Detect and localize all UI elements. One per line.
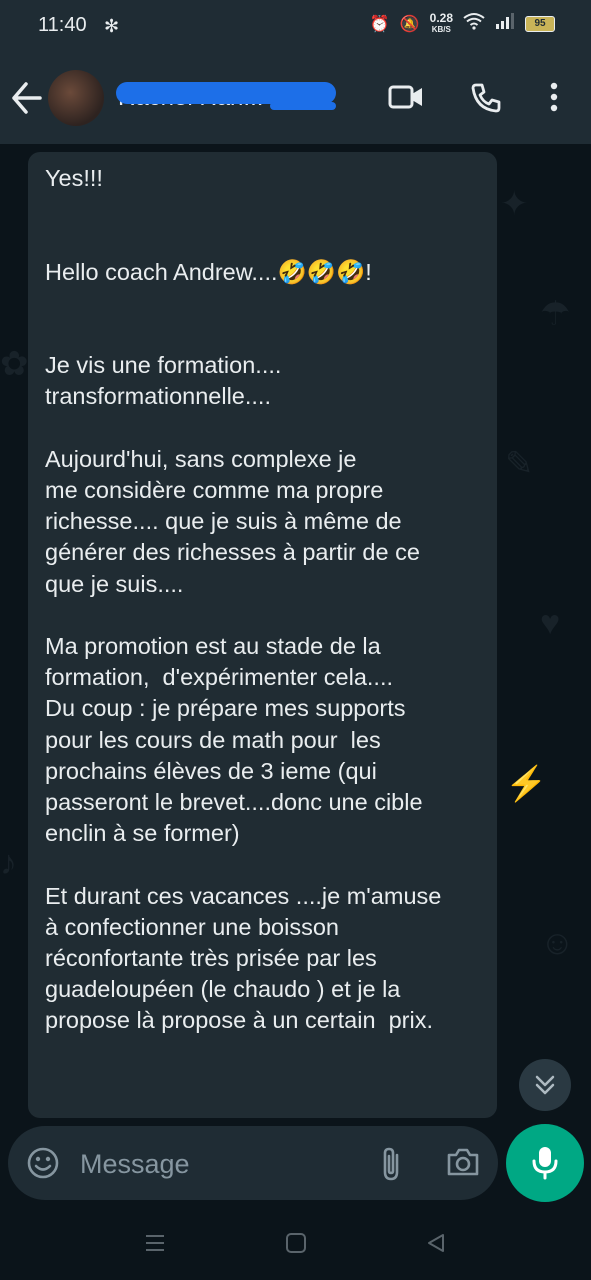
wifi-icon bbox=[463, 12, 485, 35]
camera-icon[interactable] bbox=[446, 1146, 480, 1183]
wallpaper-doodle-icon: ✎ bbox=[505, 445, 534, 483]
network-speed: 0.28 KB/S bbox=[429, 10, 453, 35]
slack-notification-icon: ✻ bbox=[104, 16, 120, 36]
system-nav-bar bbox=[0, 1210, 591, 1280]
redaction-mark bbox=[270, 102, 336, 110]
wallpaper-doodle-icon: ✿ bbox=[0, 345, 29, 383]
scroll-down-icon bbox=[535, 1075, 555, 1095]
scroll-down-button[interactable] bbox=[519, 1059, 571, 1111]
wallpaper-doodle-icon: ♪ bbox=[0, 844, 17, 882]
redaction-mark bbox=[116, 82, 336, 104]
attach-icon[interactable] bbox=[378, 1146, 404, 1187]
wallpaper-doodle-icon: ✦ bbox=[500, 185, 529, 223]
back-nav-icon[interactable] bbox=[425, 1232, 447, 1259]
chat-area[interactable]: ✦ ☂ ✎ ♥ ⚡ ☺ ✿ ♪ Yes!!! Hello coach Andre… bbox=[0, 144, 591, 1126]
more-options-icon[interactable] bbox=[550, 82, 558, 117]
chat-header: Rachel Ran... bbox=[0, 52, 591, 144]
contact-avatar[interactable] bbox=[48, 70, 104, 126]
home-icon[interactable] bbox=[285, 1232, 307, 1259]
message-bubble[interactable]: Yes!!! Hello coach Andrew....🤣🤣🤣! Je vis… bbox=[28, 152, 497, 1118]
wallpaper-doodle-icon: ⚡ bbox=[505, 765, 548, 803]
network-speed-value: 0.28 bbox=[429, 10, 453, 25]
mic-icon bbox=[532, 1147, 558, 1180]
wallpaper-doodle-icon: ☂ bbox=[540, 295, 571, 333]
message-composer bbox=[8, 1126, 498, 1200]
mute-bell-icon: 🔕 bbox=[399, 15, 420, 33]
wallpaper-doodle-icon: ☺ bbox=[540, 924, 575, 962]
back-arrow-icon[interactable] bbox=[10, 78, 44, 118]
status-bar: 11:40 ✻ ⏰ 🔕 0.28 KB/S 95 bbox=[0, 0, 591, 52]
wallpaper-doodle-icon: ♥ bbox=[540, 604, 561, 642]
battery-level: 95 bbox=[525, 15, 555, 32]
video-call-icon[interactable] bbox=[388, 82, 424, 117]
message-input[interactable] bbox=[78, 1140, 372, 1188]
network-speed-unit: KB/S bbox=[431, 24, 451, 34]
message-text: Yes!!! Hello coach Andrew....🤣🤣🤣! Je vis… bbox=[45, 165, 442, 1034]
alarm-icon: ⏰ bbox=[369, 15, 390, 33]
voice-call-icon[interactable] bbox=[470, 82, 502, 119]
status-icons: ⏰ 🔕 0.28 KB/S 95 bbox=[370, 12, 555, 35]
voice-record-button[interactable] bbox=[506, 1124, 584, 1202]
recent-apps-icon[interactable] bbox=[144, 1232, 166, 1259]
emoji-icon[interactable] bbox=[26, 1146, 60, 1185]
signal-icon bbox=[495, 13, 515, 34]
status-time: 11:40 bbox=[38, 14, 87, 36]
